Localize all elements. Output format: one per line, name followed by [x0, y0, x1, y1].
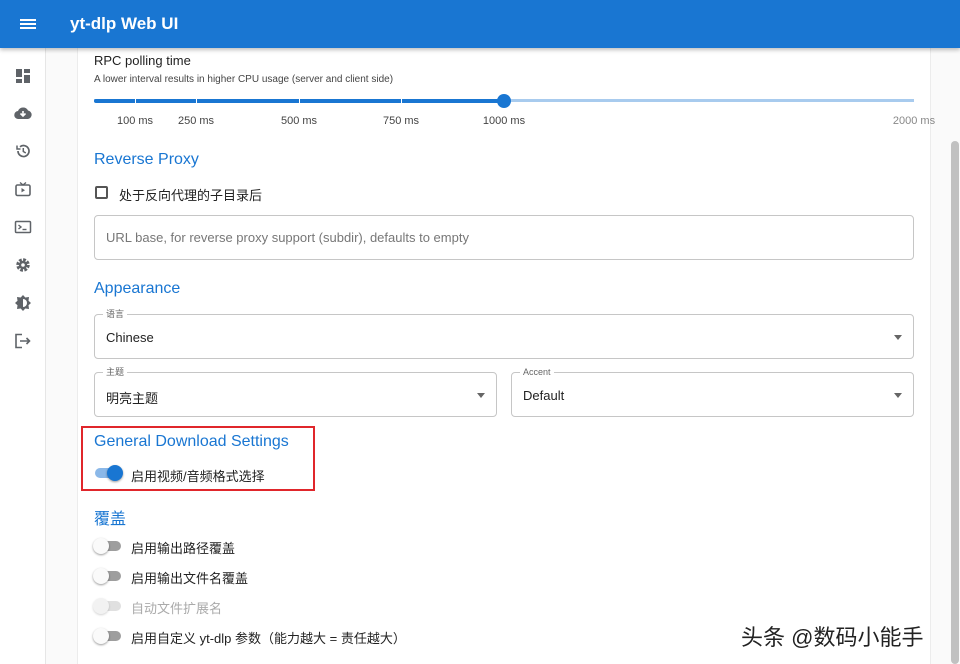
- output-filename-override-toggle[interactable]: [93, 568, 123, 584]
- accent-select-label: Accent: [520, 367, 554, 378]
- slider-mark-label: 1000 ms: [482, 115, 526, 127]
- highlight-annotation-box: [81, 426, 315, 491]
- logout-icon[interactable]: [12, 330, 34, 352]
- output-filename-override-label: 启用输出文件名覆盖: [131, 571, 249, 586]
- language-select-label: 语言: [103, 309, 128, 320]
- auto-file-extension-toggle[interactable]: [93, 598, 123, 614]
- settings-gear-icon[interactable]: [12, 254, 34, 276]
- auto-file-extension-label: 自动文件扩展名: [131, 601, 223, 616]
- language-select-value: Chinese: [106, 330, 154, 345]
- slider-mark-label: 2000 ms: [892, 115, 936, 127]
- rpc-slider-thumb[interactable]: [497, 94, 511, 108]
- accent-select[interactable]: Accent Default: [511, 367, 914, 417]
- menu-icon[interactable]: [0, 0, 56, 48]
- custom-args-label: 启用自定义 yt-dlp 参数（能力越大 = 责任越大）: [131, 631, 406, 646]
- url-base-field[interactable]: [94, 215, 914, 260]
- dashboard-icon[interactable]: [12, 65, 34, 87]
- live-tv-icon[interactable]: [12, 178, 34, 200]
- reverse-proxy-checkbox[interactable]: [95, 186, 108, 199]
- theme-select-value: 明亮主题: [106, 391, 159, 406]
- rpc-polling-helper: A lower interval results in higher CPU u…: [94, 74, 394, 85]
- app-bar: yt-dlp Web UI: [0, 0, 960, 48]
- watermark-text: 头条 @数码小能手: [741, 625, 924, 650]
- url-base-input[interactable]: [95, 216, 913, 259]
- slider-mark-label: 750 ms: [382, 115, 420, 127]
- toggle-knob: [93, 598, 109, 614]
- app-title: yt-dlp Web UI: [70, 14, 179, 33]
- chevron-down-icon: [894, 335, 902, 340]
- slider-tick: [196, 97, 197, 103]
- sidebar: [0, 48, 46, 664]
- slider-mark-label: 500 ms: [280, 115, 318, 127]
- slider-mark-label: 100 ms: [116, 115, 154, 127]
- toggle-knob: [93, 628, 109, 644]
- theme-select-label: 主题: [103, 367, 128, 378]
- slider-tick: [135, 97, 136, 103]
- reverse-proxy-checkbox-label[interactable]: 处于反向代理的子目录后: [119, 185, 262, 204]
- theme-select[interactable]: 主题 明亮主题: [94, 367, 497, 417]
- language-select[interactable]: 语言 Chinese: [94, 309, 914, 359]
- theme-brightness-icon[interactable]: [12, 292, 34, 314]
- history-icon[interactable]: [12, 140, 34, 162]
- chevron-down-icon: [894, 393, 902, 398]
- chevron-down-icon: [477, 393, 485, 398]
- cloud-download-icon[interactable]: [12, 102, 34, 124]
- appearance-title: Appearance: [94, 280, 181, 297]
- slider-mark-label: 250 ms: [177, 115, 215, 127]
- accent-select-value: Default: [523, 388, 565, 403]
- terminal-icon[interactable]: [12, 216, 34, 238]
- overrides-title: 覆盖: [94, 511, 127, 528]
- output-path-override-label: 启用输出路径覆盖: [131, 541, 236, 556]
- page-scrollbar[interactable]: [951, 141, 959, 664]
- toggle-knob: [93, 568, 109, 584]
- reverse-proxy-title: Reverse Proxy: [94, 151, 199, 168]
- slider-tick: [299, 97, 300, 103]
- custom-args-toggle[interactable]: [93, 628, 123, 644]
- toggle-knob: [93, 538, 109, 554]
- slider-tick: [401, 97, 402, 103]
- output-path-override-toggle[interactable]: [93, 538, 123, 554]
- rpc-polling-title: RPC polling time: [94, 53, 191, 68]
